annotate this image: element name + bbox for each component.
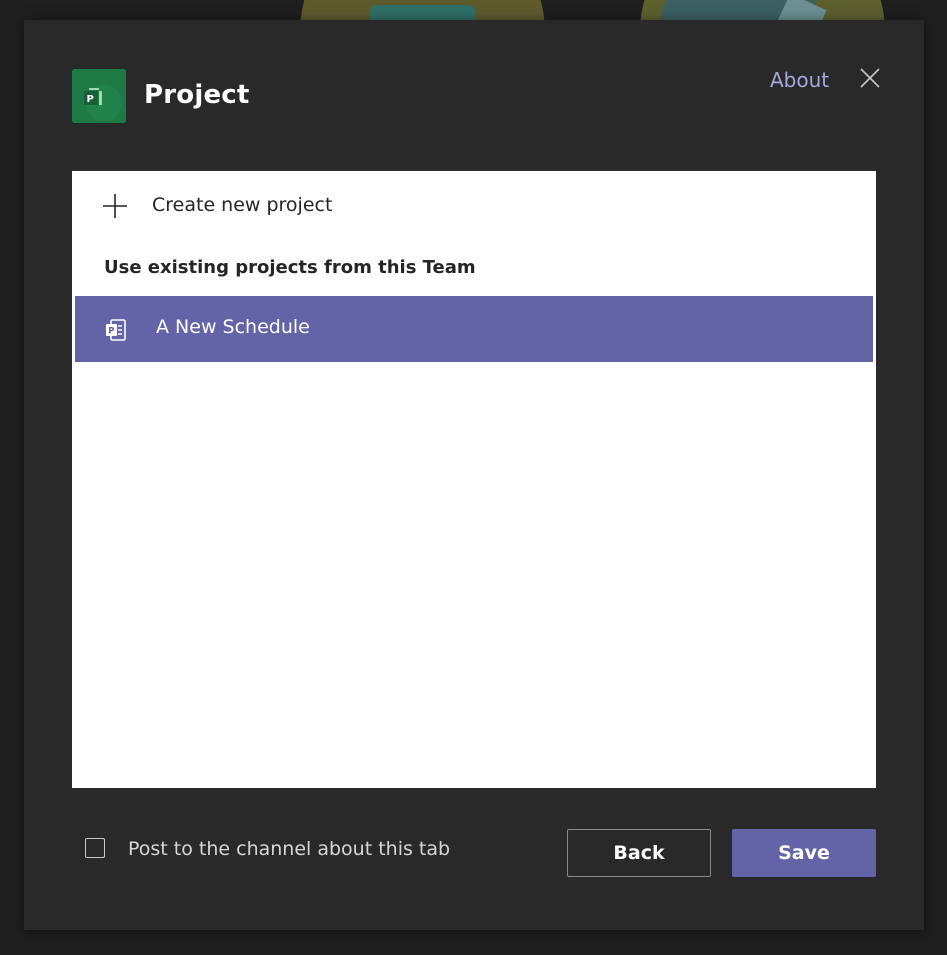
plus-icon xyxy=(102,193,128,219)
about-link[interactable]: About xyxy=(770,68,829,92)
project-list-item[interactable]: P A New Schedule xyxy=(75,296,873,362)
post-to-channel-label: Post to the channel about this tab xyxy=(128,838,451,860)
create-new-project-button[interactable]: Create new project xyxy=(72,185,876,227)
project-item-label: A New Schedule xyxy=(156,316,310,338)
tab-config-dialog: P Project About Create new project Use e… xyxy=(24,20,924,930)
close-icon xyxy=(860,68,880,88)
back-button[interactable]: Back xyxy=(567,829,711,877)
save-button[interactable]: Save xyxy=(732,829,876,877)
post-to-channel-checkbox[interactable] xyxy=(85,838,105,858)
create-new-project-label: Create new project xyxy=(152,194,333,216)
project-app-icon: P xyxy=(72,69,126,123)
project-list-panel: Create new project Use existing projects… xyxy=(72,171,876,788)
close-button[interactable] xyxy=(856,64,884,92)
dialog-title: Project xyxy=(144,80,250,110)
app-icon-letter: P xyxy=(87,94,94,105)
project-file-icon-letter: P xyxy=(108,327,114,337)
existing-projects-heading: Use existing projects from this Team xyxy=(104,257,476,278)
project-file-icon: P xyxy=(104,318,128,342)
